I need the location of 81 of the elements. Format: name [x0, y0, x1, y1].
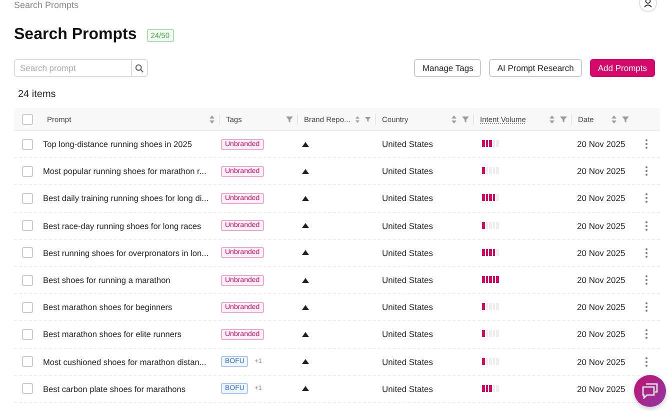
filter-icon[interactable]	[286, 116, 293, 122]
more-icon[interactable]	[645, 248, 648, 258]
more-icon[interactable]	[645, 356, 648, 367]
prompt-text: Best race-day running shoes for long races	[42, 220, 202, 231]
sort-icon[interactable]	[451, 114, 457, 124]
filter-icon[interactable]	[365, 116, 371, 122]
prompt-text: Most cushioned shoes for marathon distan...	[42, 356, 208, 367]
date-text: 20 Nov 2025	[576, 356, 626, 367]
date-text: 20 Nov 2025	[576, 193, 626, 204]
search-field[interactable]: Search prompt	[14, 59, 131, 77]
filter-icon[interactable]	[622, 116, 629, 122]
country-text: United States	[381, 384, 434, 394]
prompt-text: Best shoes for running a marathon	[42, 275, 172, 286]
row-checkbox[interactable]	[22, 166, 33, 177]
select-all-checkbox[interactable]	[22, 114, 33, 124]
date-text: 20 Nov 2025	[576, 302, 626, 312]
search-button[interactable]	[131, 59, 148, 77]
prompt-text: Best running shoes for overpronators in lon...	[42, 248, 210, 258]
prompt-text: Best carbon plate shoes for marathons	[42, 384, 187, 394]
prompt-text: Best daily training running shoes for long di...	[42, 193, 210, 204]
sort-icon[interactable]	[355, 114, 360, 124]
date-text: 20 Nov 2025	[576, 220, 626, 231]
date-text: 20 Nov 2025	[576, 139, 626, 150]
more-icon[interactable]	[645, 329, 648, 340]
search-icon	[135, 64, 144, 72]
mountain-icon	[302, 196, 309, 201]
chat-icon	[641, 383, 659, 399]
country-text: United States	[381, 220, 434, 231]
country-text: United States	[381, 329, 434, 340]
filter-icon[interactable]	[560, 116, 567, 122]
page-title: Search Prompts	[14, 26, 137, 44]
row-checkbox[interactable]	[22, 138, 33, 150]
action-button[interactable]: AI Prompt Research	[489, 59, 582, 77]
date-text: 20 Nov 2025	[576, 248, 626, 258]
mountain-icon	[302, 386, 309, 392]
country-text: United States	[381, 193, 434, 204]
row-checkbox[interactable]	[22, 220, 33, 232]
country-text: United States	[381, 356, 434, 367]
more-icon[interactable]	[645, 220, 648, 231]
sort-icon[interactable]	[549, 114, 555, 124]
row-checkbox[interactable]	[22, 274, 33, 286]
more-icon[interactable]	[645, 139, 648, 150]
sort-icon[interactable]	[611, 114, 617, 124]
mountain-icon	[302, 250, 309, 256]
row-checkbox[interactable]	[22, 356, 33, 368]
prompt-text: Best marathon shoes for elite runners	[42, 329, 182, 340]
prompt-text: Best marathon shoes for beginners	[42, 302, 174, 312]
sort-icon[interactable]	[209, 114, 215, 124]
mountain-icon	[302, 168, 309, 174]
row-checkbox[interactable]	[22, 247, 33, 258]
country-text: United States	[381, 302, 434, 312]
action-button[interactable]: Manage Tags	[414, 59, 482, 77]
mountain-icon	[302, 223, 309, 228]
mountain-icon	[302, 278, 309, 283]
more-icon[interactable]	[645, 166, 648, 176]
row-checkbox[interactable]	[22, 192, 33, 204]
date-text: 20 Nov 2025	[576, 275, 626, 286]
mountain-icon	[302, 304, 309, 310]
row-checkbox[interactable]	[22, 328, 33, 340]
prompt-text: Top long-distance running shoes in 2025	[42, 139, 193, 150]
mountain-icon	[302, 332, 309, 337]
prompt-text: Most popular running shoes for marathon r...	[42, 166, 208, 176]
more-icon[interactable]	[645, 275, 648, 286]
more-icon[interactable]	[645, 302, 648, 312]
country-text: United States	[381, 275, 434, 286]
mountain-icon	[302, 359, 309, 364]
country-text: United States	[381, 166, 434, 176]
date-text: 20 Nov 2025	[576, 329, 626, 340]
mountain-icon	[302, 142, 309, 147]
item-count: 24 items	[18, 89, 57, 102]
date-text: 20 Nov 2025	[576, 166, 626, 176]
country-text: United States	[381, 139, 434, 150]
more-icon[interactable]	[645, 193, 648, 204]
add-button[interactable]: Add Prompts	[590, 59, 655, 77]
filter-icon[interactable]	[462, 116, 469, 122]
date-text: 20 Nov 2025	[576, 384, 626, 394]
row-checkbox[interactable]	[22, 302, 33, 313]
country-text: United States	[381, 248, 434, 258]
row-checkbox[interactable]	[22, 383, 33, 394]
breadcrumb[interactable]: Search Prompts	[14, 0, 79, 10]
chat-button[interactable]	[634, 375, 666, 407]
